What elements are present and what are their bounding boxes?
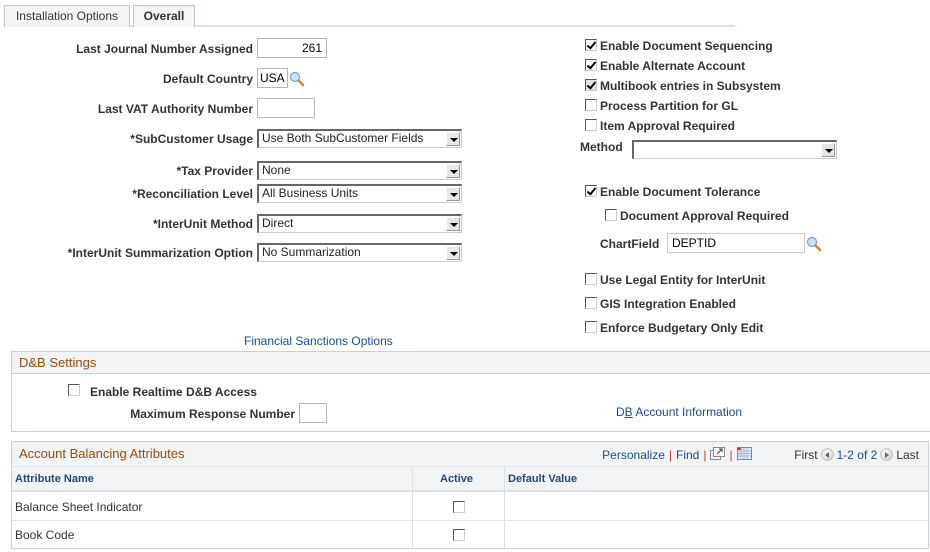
multibook-entries-label[interactable]: Multibook entries in Subsystem [600,79,781,93]
enable-doc-tolerance-checkbox[interactable] [585,185,597,197]
tab-installation-options-label: Installation Options [15,9,119,23]
db-link-rest: Account Information [632,405,743,419]
enable-realtime-dnb-checkbox[interactable] [68,384,80,396]
tax-provider-value: None [262,163,291,177]
tab-installation-options[interactable]: Installation Options [4,5,130,27]
reconciliation-level-select[interactable]: All Business Units [257,184,462,203]
view-all-icon[interactable] [710,447,726,460]
row-range: 1-2 of 2 [836,448,878,462]
chartfield-label: ChartField [600,237,660,251]
last-journal-label: Last Journal Number Assigned [76,42,253,56]
separator: | [729,448,733,462]
personalize-link[interactable]: Personalize [602,448,665,462]
first-label: First [794,448,818,462]
enable-doc-sequencing-label[interactable]: Enable Document Sequencing [600,39,773,53]
gis-integration-label[interactable]: GIS Integration Enabled [600,297,736,311]
enable-alternate-account-label[interactable]: Enable Alternate Account [600,59,745,73]
separator: | [703,448,707,462]
doc-approval-required-checkbox[interactable] [605,209,617,221]
table-row: Book Code [12,521,928,549]
method-label: Method [580,140,623,154]
chevron-down-icon [446,164,460,178]
tab-overall[interactable]: Overall [133,5,195,27]
last-vat-label: Last VAT Authority Number [97,102,253,116]
column-header-active[interactable]: Active [440,473,473,485]
interunit-summarization-select[interactable]: No Summarization [257,243,462,262]
default-country-lookup-icon[interactable] [289,71,305,87]
gis-integration-checkbox[interactable] [585,297,597,309]
enforce-budgetary-label[interactable]: Enforce Budgetary Only Edit [600,321,763,335]
enable-doc-sequencing-checkbox[interactable] [585,39,597,51]
enable-doc-tolerance-label[interactable]: Enable Document Tolerance [600,185,760,199]
last-journal-input[interactable]: 261 [257,38,327,58]
db-account-information-link[interactable]: DB Account Information [616,405,742,419]
max-response-label: Maximum Response Number [130,407,295,421]
interunit-method-value: Direct [262,216,294,230]
default-country-input[interactable]: USA [257,68,288,88]
chevron-down-icon [446,132,460,146]
interunit-method-select[interactable]: Direct [257,214,462,233]
reconciliation-level-value: All Business Units [262,186,359,200]
default-country-label: Default Country [163,72,253,86]
chevron-down-icon [446,187,460,201]
enable-alternate-account-checkbox[interactable] [585,59,597,71]
attribute-name-cell: Balance Sheet Indicator [15,500,143,514]
grid-header: Account Balancing Attributes Personalize… [12,442,928,466]
active-checkbox[interactable] [453,501,465,513]
tab-overall-label: Overall [143,9,185,23]
dnb-settings-title: D&B Settings [12,352,930,374]
item-approval-label[interactable]: Item Approval Required [600,119,735,133]
last-label: Last [896,448,919,462]
next-row-icon[interactable] [880,448,894,461]
max-response-input[interactable] [299,403,327,423]
subcustomer-usage-select[interactable]: Use Both SubCustomer Fields [257,129,462,148]
tax-provider-select[interactable]: None [257,161,462,180]
chevron-down-icon [446,246,460,260]
interunit-summarization-value: No Summarization [262,245,361,259]
previous-row-icon[interactable] [820,448,834,461]
attribute-name-cell: Book Code [15,528,75,542]
subcustomer-usage-label: *SubCustomer Usage [130,132,253,146]
item-approval-checkbox[interactable] [585,119,597,131]
process-partition-label[interactable]: Process Partition for GL [600,99,738,113]
process-partition-checkbox[interactable] [585,99,597,111]
interunit-summarization-label: *InterUnit Summarization Option [67,246,253,260]
chartfield-lookup-icon[interactable] [806,236,822,252]
last-vat-input[interactable] [257,98,315,118]
account-balancing-grid: Account Balancing Attributes Personalize… [11,441,929,549]
table-row: Balance Sheet Indicator [12,493,928,521]
db-link-underlined: B [624,405,633,419]
reconciliation-level-label: *Reconciliation Level [132,187,253,201]
method-select[interactable] [632,140,837,159]
column-header-attribute-name[interactable]: Attribute Name [15,473,94,485]
enable-realtime-dnb-label[interactable]: Enable Realtime D&B Access [90,385,257,399]
subcustomer-usage-value: Use Both SubCustomer Fields [262,131,424,145]
db-link-prefix: D [616,405,625,419]
tax-provider-label: *Tax Provider [176,164,253,178]
download-spreadsheet-icon[interactable] [736,447,752,460]
financial-sanctions-link[interactable]: Financial Sanctions Options [244,334,393,348]
enforce-budgetary-checkbox[interactable] [585,321,597,333]
grid-column-headers: Attribute Name Active Default Value [12,466,928,492]
separator: | [668,448,672,462]
chevron-down-icon [821,143,835,157]
grid-title: Account Balancing Attributes [19,446,185,461]
multibook-entries-checkbox[interactable] [585,79,597,91]
grid-navigation: Personalize | Find | | First 1-2 of 2 Last [602,447,919,462]
interunit-method-label: *InterUnit Method [153,217,253,231]
chevron-down-icon [446,217,460,231]
active-checkbox[interactable] [453,529,465,541]
use-legal-entity-checkbox[interactable] [585,273,597,285]
use-legal-entity-label[interactable]: Use Legal Entity for InterUnit [600,273,765,287]
column-header-default-value[interactable]: Default Value [508,473,577,485]
doc-approval-required-label[interactable]: Document Approval Required [620,209,789,223]
chartfield-input[interactable]: DEPTID [667,233,805,253]
find-link[interactable]: Find [676,448,699,462]
